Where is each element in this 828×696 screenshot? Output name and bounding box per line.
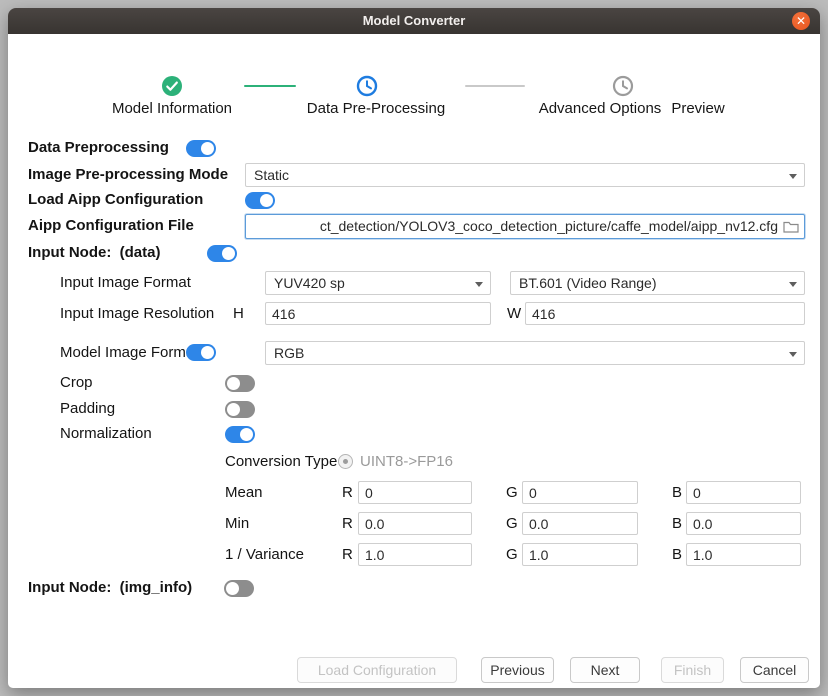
step-label-preview: Preview: [671, 100, 725, 117]
input-node-imginfo-toggle[interactable]: [224, 580, 254, 597]
chevron-down-icon: [789, 174, 797, 179]
min-g-input[interactable]: [522, 512, 638, 535]
model-image-format-toggle[interactable]: [186, 344, 216, 361]
min-b-label: B: [672, 515, 683, 532]
previous-button[interactable]: Previous: [481, 657, 554, 683]
conversion-type-value: UINT8->FP16: [360, 453, 453, 470]
dialog-body: Model Information Data Pre-Processing Ad…: [8, 34, 820, 688]
min-r-label: R: [342, 515, 353, 532]
step-label-advanced-options: Advanced Options: [538, 100, 662, 117]
input-image-resolution-label: Input Image Resolution: [60, 305, 215, 322]
variance-b-label: B: [672, 546, 683, 563]
close-icon[interactable]: ✕: [792, 12, 810, 30]
min-r-input[interactable]: [358, 512, 472, 535]
chevron-down-icon: [789, 282, 797, 287]
load-aipp-configuration-toggle[interactable]: [245, 192, 275, 209]
input-node-imginfo-label: Input Node: (img_info): [28, 579, 193, 596]
step-connector-todo: [465, 85, 525, 87]
step-label-data-preprocessing: Data Pre-Processing: [306, 100, 446, 117]
load-configuration-button: Load Configuration: [297, 657, 457, 683]
mean-r-label: R: [342, 484, 353, 501]
normalization-toggle[interactable]: [225, 426, 255, 443]
model-image-format-label: Model Image Format: [60, 344, 199, 361]
variance-g-label: G: [506, 546, 518, 563]
input-image-format-select[interactable]: YUV420 sp: [265, 271, 491, 295]
color-range-value: BT.601 (Video Range): [519, 275, 657, 291]
cancel-button[interactable]: Cancel: [740, 657, 809, 683]
folder-browse-icon[interactable]: [783, 220, 799, 238]
padding-label: Padding: [60, 400, 116, 417]
variance-b-input[interactable]: [686, 543, 801, 566]
data-preprocessing-toggle[interactable]: [186, 140, 216, 157]
mean-b-input[interactable]: [686, 481, 801, 504]
model-converter-window: Model Converter ✕ Model Information Data…: [8, 8, 820, 688]
step-label-model-information: Model Information: [111, 100, 233, 117]
finish-button: Finish: [661, 657, 724, 683]
variance-g-input[interactable]: [522, 543, 638, 566]
aipp-config-file-path: ct_detection/YOLOV3_coco_detection_pictu…: [319, 218, 778, 234]
resolution-h-input[interactable]: [265, 302, 491, 325]
min-label: Min: [225, 515, 250, 532]
aipp-configuration-file-label: Aipp Configuration File: [28, 217, 194, 234]
resolution-h-label: H: [233, 305, 244, 322]
variance-r-input[interactable]: [358, 543, 472, 566]
min-g-label: G: [506, 515, 518, 532]
min-b-input[interactable]: [686, 512, 801, 535]
conversion-type-radio: [338, 454, 353, 469]
variance-label: 1 / Variance: [225, 546, 304, 563]
window-title: Model Converter: [362, 13, 466, 28]
chevron-down-icon: [475, 282, 483, 287]
input-image-format-label: Input Image Format: [60, 274, 191, 291]
window-titlebar[interactable]: Model Converter ✕: [8, 8, 820, 34]
conversion-type-label: Conversion Type: [225, 453, 338, 470]
step-done-check-icon: [161, 75, 183, 97]
mean-g-label: G: [506, 484, 518, 501]
variance-r-label: R: [342, 546, 353, 563]
step-connector-done: [244, 85, 296, 87]
step-pending-clock-icon: [612, 75, 634, 97]
image-preprocessing-mode-value: Static: [254, 167, 290, 183]
input-node-data-label: Input Node: (data): [28, 244, 161, 261]
data-preprocessing-label: Data Preprocessing: [28, 139, 169, 156]
aipp-config-file-input[interactable]: ct_detection/YOLOV3_coco_detection_pictu…: [245, 214, 805, 239]
color-range-select[interactable]: BT.601 (Video Range): [510, 271, 805, 295]
input-image-format-value: YUV420 sp: [274, 275, 345, 291]
desktop-background: Model Converter ✕ Model Information Data…: [0, 0, 828, 696]
padding-toggle[interactable]: [225, 401, 255, 418]
mean-label: Mean: [225, 484, 263, 501]
image-preprocessing-mode-select[interactable]: Static: [245, 163, 805, 187]
model-image-format-select[interactable]: RGB: [265, 341, 805, 365]
resolution-w-label: W: [507, 305, 522, 322]
crop-toggle[interactable]: [225, 375, 255, 392]
step-active-clock-icon: [356, 75, 378, 97]
chevron-down-icon: [789, 352, 797, 357]
image-preprocessing-mode-label: Image Pre-processing Mode: [28, 166, 229, 183]
model-image-format-value: RGB: [274, 345, 305, 361]
crop-label: Crop: [60, 374, 93, 391]
resolution-w-input[interactable]: [525, 302, 805, 325]
normalization-label: Normalization: [60, 425, 152, 442]
next-button[interactable]: Next: [570, 657, 640, 683]
load-aipp-configuration-label: Load Aipp Configuration: [28, 191, 204, 208]
mean-g-input[interactable]: [522, 481, 638, 504]
mean-b-label: B: [672, 484, 683, 501]
input-node-data-toggle[interactable]: [207, 245, 237, 262]
mean-r-input[interactable]: [358, 481, 472, 504]
